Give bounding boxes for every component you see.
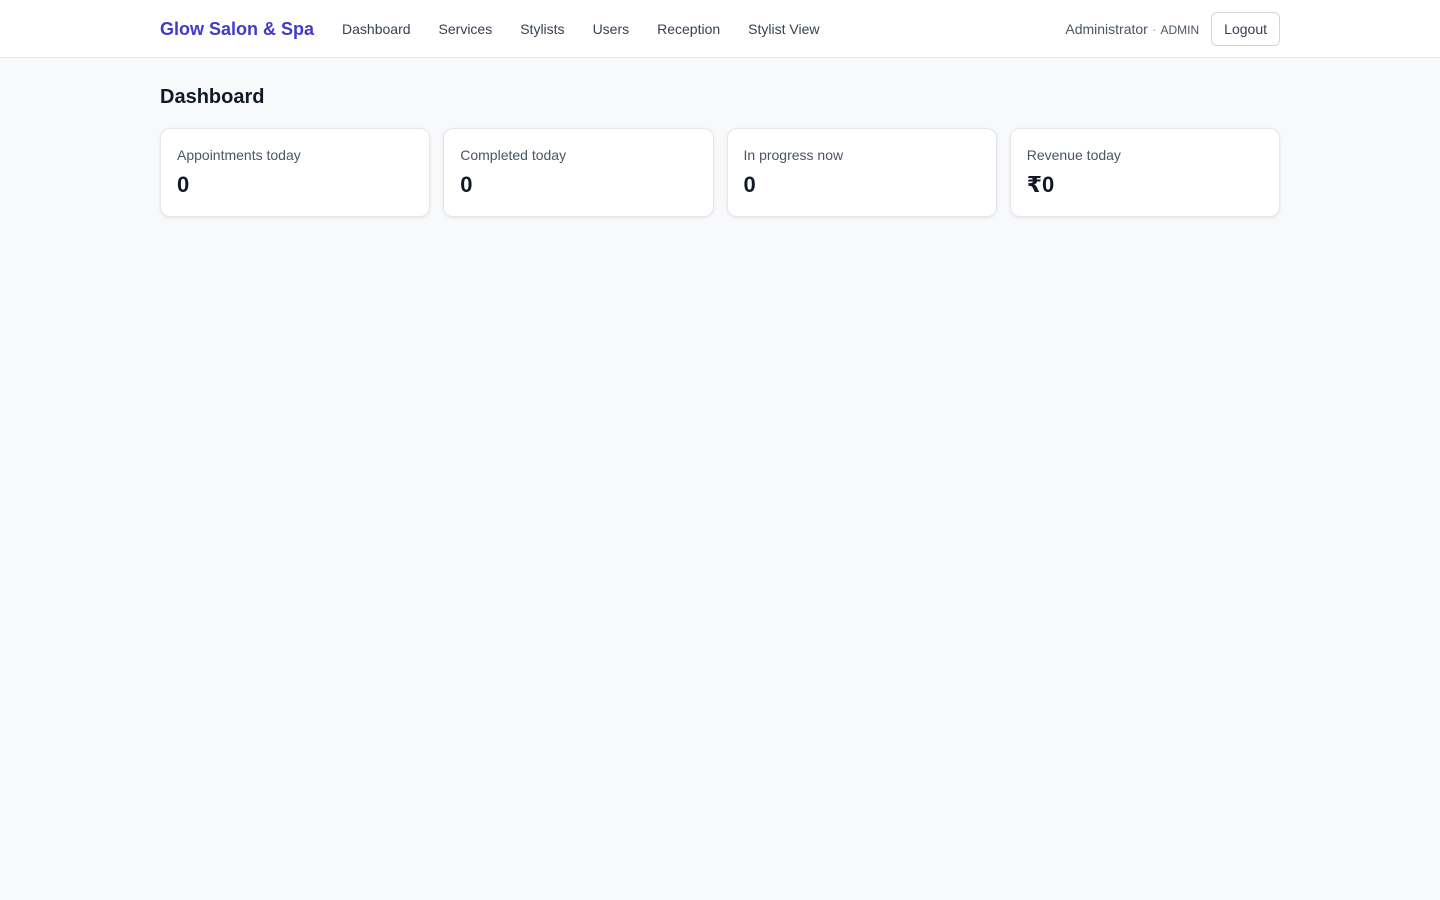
page-title: Dashboard bbox=[160, 86, 265, 108]
top-navbar: Glow Salon & Spa Dashboard Services Styl… bbox=[0, 0, 1440, 58]
nav-link-services[interactable]: Services bbox=[439, 21, 493, 37]
stat-value: ₹0 bbox=[1026, 172, 1055, 197]
main-nav: Dashboard Services Stylists Users Recept… bbox=[342, 21, 847, 37]
stat-label: In progress now bbox=[743, 147, 844, 163]
stat-label: Revenue today bbox=[1026, 147, 1121, 163]
brand-logo-link[interactable]: Glow Salon & Spa bbox=[160, 19, 314, 40]
stat-value: 0 bbox=[460, 172, 473, 197]
stat-card-in-progress-now: In progress now 0 bbox=[726, 128, 997, 217]
stats-cards: Appointments today 0 Completed today 0 I… bbox=[160, 128, 1280, 217]
user-separator: · bbox=[1151, 21, 1157, 37]
navbar-content: Glow Salon & Spa Dashboard Services Styl… bbox=[160, 0, 1280, 58]
stat-value: 0 bbox=[743, 172, 756, 197]
nav-link-stylist-view[interactable]: Stylist View bbox=[748, 21, 819, 37]
main-content: Dashboard Appointments today 0 Completed… bbox=[160, 58, 1280, 217]
nav-link-stylists[interactable]: Stylists bbox=[520, 21, 564, 37]
stat-label: Appointments today bbox=[177, 147, 301, 163]
nav-link-reception[interactable]: Reception bbox=[657, 21, 720, 37]
user-role-badge: ADMIN bbox=[1160, 23, 1200, 37]
logout-button[interactable]: Logout bbox=[1211, 12, 1280, 46]
stat-card-revenue-today: Revenue today ₹0 bbox=[1009, 128, 1280, 217]
nav-link-dashboard[interactable]: Dashboard bbox=[342, 21, 411, 37]
nav-link-users[interactable]: Users bbox=[593, 21, 630, 37]
current-user-info: Administrator · ADMIN bbox=[1065, 21, 1199, 37]
user-name: Administrator bbox=[1065, 21, 1148, 37]
stat-card-completed-today: Completed today 0 bbox=[443, 128, 714, 217]
stat-value: 0 bbox=[177, 172, 190, 197]
stat-card-appointments-today: Appointments today 0 bbox=[160, 128, 431, 217]
stat-label: Completed today bbox=[460, 147, 567, 163]
